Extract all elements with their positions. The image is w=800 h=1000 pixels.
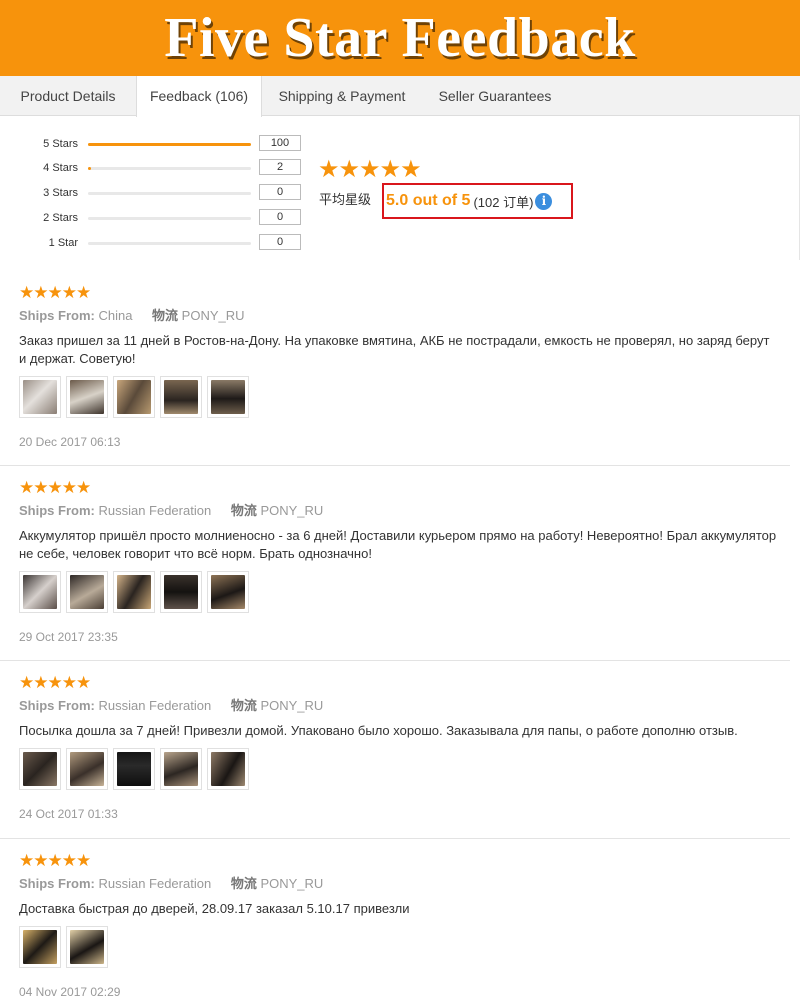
review-item: ★★★★★ Ships From: Russian Federation 物流 …	[0, 465, 800, 655]
rating-count: 0	[259, 209, 301, 225]
average-rating-label: 平均星级	[319, 192, 372, 207]
average-stars-icon: ★★★★★	[318, 156, 422, 183]
rating-row-2[interactable]: 2 Stars 0	[0, 209, 320, 227]
review-stars-icon: ★★★★★	[19, 673, 91, 692]
rating-summary: 5 Stars 100 4 Stars 2 3 Stars 0 2 Stars …	[0, 116, 800, 260]
review-item: ★★★★★ Ships From: Russian Federation 物流 …	[0, 660, 800, 835]
info-icon[interactable]: i	[535, 192, 553, 210]
review-photos	[19, 926, 108, 968]
review-item: ★★★★★ Ships From: China 物流 PONY_RU Заказ…	[0, 262, 800, 457]
review-photo-thumbnail[interactable]	[207, 748, 249, 790]
review-meta: Ships From: Russian Federation 物流 PONY_R…	[19, 876, 323, 892]
rating-row-4[interactable]: 4 Stars 2	[0, 159, 320, 177]
review-photo-thumbnail[interactable]	[66, 748, 108, 790]
review-photo-thumbnail[interactable]	[66, 376, 108, 418]
review-photo-thumbnail[interactable]	[207, 571, 249, 613]
tab-shipping-payment[interactable]: Shipping & Payment	[262, 76, 422, 116]
review-photo-thumbnail[interactable]	[19, 376, 61, 418]
review-photo-thumbnail[interactable]	[19, 571, 61, 613]
rating-bar	[88, 143, 251, 146]
tab-seller-guarantees[interactable]: Seller Guarantees	[422, 76, 568, 116]
ships-from-label: Ships From:	[19, 503, 95, 518]
banner-title: Five Star Feedback	[164, 7, 636, 69]
review-photo-thumbnail[interactable]	[66, 571, 108, 613]
ships-from-value: Russian Federation	[94, 876, 212, 891]
logistics-value: PONY_RU	[178, 308, 245, 323]
review-text: Доставка быстрая до дверей, 28.09.17 зак…	[19, 901, 410, 916]
review-photo-thumbnail[interactable]	[160, 376, 202, 418]
review-date: 29 Oct 2017 23:35	[19, 630, 118, 644]
review-meta: Ships From: Russian Federation 物流 PONY_R…	[19, 698, 323, 714]
rating-row-label: 2 Stars	[43, 212, 78, 224]
rating-row-label: 4 Stars	[43, 162, 78, 174]
review-text: Аккумулятор пришёл просто молниеносно - …	[19, 528, 777, 561]
rating-count: 100	[259, 135, 301, 151]
rating-row-label: 5 Stars	[43, 138, 78, 150]
tab-feedback[interactable]: Feedback (106)	[136, 76, 262, 117]
review-photos	[19, 748, 249, 790]
review-stars-icon: ★★★★★	[19, 851, 91, 870]
ships-from-label: Ships From:	[19, 308, 95, 323]
review-meta: Ships From: China 物流 PONY_RU	[19, 308, 245, 324]
review-photo-thumbnail[interactable]	[66, 926, 108, 968]
logistics-value: PONY_RU	[256, 503, 324, 518]
rating-bar	[88, 167, 251, 170]
feedback-banner: Five Star Feedback	[0, 0, 800, 76]
rating-row-5[interactable]: 5 Stars 100	[0, 135, 320, 153]
rating-count: 0	[259, 234, 301, 250]
ships-from-label: Ships From:	[19, 698, 95, 713]
review-photo-thumbnail[interactable]	[19, 926, 61, 968]
review-photos	[19, 571, 249, 613]
review-date: 24 Oct 2017 01:33	[19, 807, 118, 821]
logistics-label: 物流	[230, 876, 257, 891]
rating-row-3[interactable]: 3 Stars 0	[0, 184, 320, 202]
logistics-label: 物流	[152, 308, 179, 323]
review-photo-thumbnail[interactable]	[113, 748, 155, 790]
ships-from-value: Russian Federation	[94, 503, 212, 518]
ships-from-value: Russian Federation	[94, 698, 212, 713]
review-photo-thumbnail[interactable]	[113, 571, 155, 613]
review-text: Посылка дошла за 7 дней! Привезли домой.…	[19, 723, 738, 738]
product-tabs: Product Details Feedback (106) Shipping …	[0, 76, 800, 117]
review-date: 04 Nov 2017 02:29	[19, 985, 121, 999]
ships-from-value: China	[94, 308, 133, 323]
tab-product-details[interactable]: Product Details	[0, 76, 136, 116]
ships-from-label: Ships From:	[19, 876, 95, 891]
rating-row-label: 1 Star	[48, 237, 78, 249]
rating-count: 2	[259, 159, 301, 175]
order-count: (102 订单)	[473, 194, 534, 210]
review-stars-icon: ★★★★★	[19, 478, 91, 497]
logistics-label: 物流	[230, 503, 257, 518]
logistics-label: 物流	[230, 698, 257, 713]
review-stars-icon: ★★★★★	[19, 283, 91, 302]
average-score: 5.0 out of 5	[386, 192, 471, 209]
review-photo-thumbnail[interactable]	[19, 748, 61, 790]
logistics-value: PONY_RU	[256, 698, 324, 713]
review-photo-thumbnail[interactable]	[160, 748, 202, 790]
review-photo-thumbnail[interactable]	[207, 376, 249, 418]
review-photos	[19, 376, 249, 418]
review-photo-thumbnail[interactable]	[160, 571, 202, 613]
logistics-value: PONY_RU	[256, 876, 324, 891]
rating-count: 0	[259, 184, 301, 200]
rating-bar	[88, 192, 251, 195]
rating-row-label: 3 Stars	[43, 187, 78, 199]
rating-bar	[88, 242, 251, 245]
review-date: 20 Dec 2017 06:13	[19, 435, 121, 449]
rating-row-1[interactable]: 1 Star 0	[0, 234, 320, 252]
review-text: Заказ пришел за 11 дней в Ростов-на-Дону…	[19, 333, 770, 366]
review-photo-thumbnail[interactable]	[113, 376, 155, 418]
review-item: ★★★★★ Ships From: Russian Federation 物流 …	[0, 838, 800, 1000]
average-rating-box: 5.0 out of 5 (102 订单) i	[382, 183, 573, 219]
review-meta: Ships From: Russian Federation 物流 PONY_R…	[19, 503, 323, 519]
rating-bar	[88, 217, 251, 220]
